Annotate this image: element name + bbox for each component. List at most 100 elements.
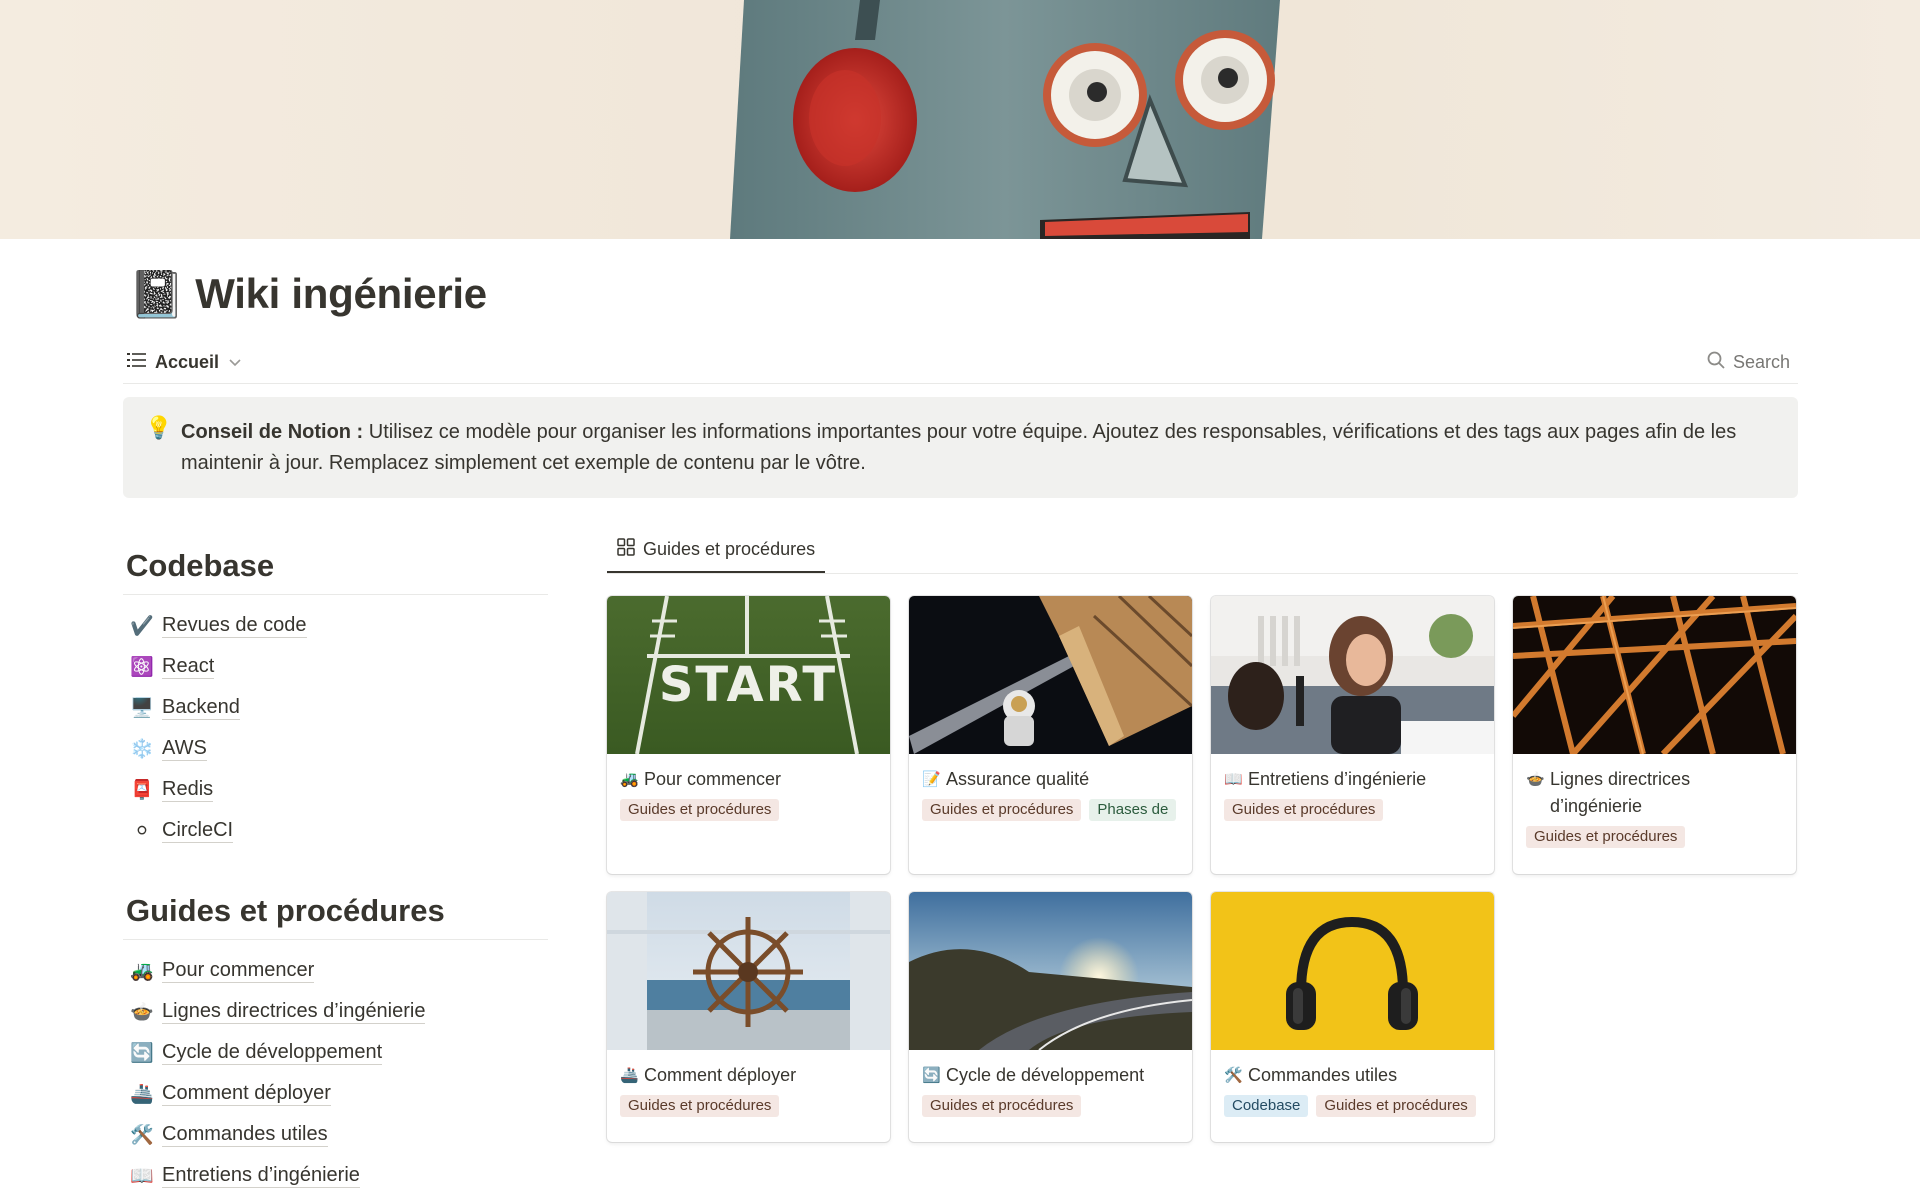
cycle-arrows-icon: 🔄: [130, 1042, 154, 1064]
card-title: 🛠️ Commandes utiles: [1224, 1062, 1482, 1089]
gallery-card-lignes-directrices[interactable]: 🍲 Lignes directrices d’ingénierie Guides …: [1513, 596, 1796, 874]
card-title-text: Pour commencer: [644, 769, 782, 789]
card-tags: Guides et procédures Phases de: [922, 799, 1180, 821]
ship-icon: 🚢: [620, 1066, 639, 1084]
page-link-entretiens[interactable]: 📖 Entretiens d’ingénierie: [123, 1155, 548, 1196]
tag-badge: Guides et procédures: [620, 799, 780, 821]
search-button[interactable]: Search: [1707, 351, 1798, 374]
page-link-label: Revues de code: [162, 614, 307, 638]
gallery-card-comment-deployer[interactable]: 🚢 Comment déployer Guides et procédures: [607, 892, 890, 1142]
page-link-label: Commandes utiles: [162, 1123, 328, 1147]
page-link-react[interactable]: ⚛️ React: [123, 646, 548, 687]
list-icon: [127, 352, 147, 373]
tag-badge: Guides et procédures: [922, 799, 1082, 821]
tractor-icon: 🚜: [130, 960, 154, 982]
tag-badge: Guides et procédures: [1224, 799, 1384, 821]
checkmark-icon: ✔️: [130, 615, 154, 637]
card-body: 🍲 Lignes directrices d’ingénierie Guides …: [1513, 754, 1796, 858]
gallery-cards: START 🚜 Pour commencer Guides et procédur…: [607, 596, 1798, 1166]
card-tags: Guides et procédures: [620, 1095, 878, 1117]
card-title: 📖 Entretiens d’ingénierie: [1224, 766, 1482, 793]
gallery-card-assurance-qualite[interactable]: 📝 Assurance qualité Guides et procédures P…: [909, 596, 1192, 874]
card-title-text: Cycle de développement: [946, 1065, 1145, 1085]
lightbulb-icon: 💡: [145, 415, 173, 440]
atom-icon: ⚛️: [130, 656, 154, 678]
gallery-card-pour-commencer[interactable]: START 🚜 Pour commencer Guides et procédur…: [607, 596, 890, 874]
gallery-card-entretiens[interactable]: 📖 Entretiens d’ingénierie Guides et procé…: [1211, 596, 1494, 874]
tip-callout: 💡 Conseil de Notion : Utilisez ce modèle…: [123, 397, 1798, 498]
page-link-label: Lignes directrices d’ingénierie: [162, 1000, 426, 1024]
page-link-label: Redis: [162, 778, 214, 802]
page-link-label: CircleCI: [162, 819, 234, 843]
page-link-aws[interactable]: ❄️ AWS: [123, 728, 548, 769]
page-link-commandes-utiles[interactable]: 🛠️ Commandes utiles: [123, 1114, 548, 1155]
tag-badge: Phases de: [1089, 799, 1177, 821]
desktop-computer-icon: 🖥️: [130, 697, 154, 719]
card-cover-headphones: [1211, 892, 1494, 1050]
page-link-label: Entretiens d’ingénierie: [162, 1164, 360, 1188]
card-title: 🔄 Cycle de développement: [922, 1062, 1180, 1089]
open-book-icon: 📖: [130, 1165, 154, 1187]
svg-text:START: START: [659, 657, 837, 713]
page-link-comment-deployer[interactable]: 🚢 Comment déployer: [123, 1073, 548, 1114]
tools-icon: 🛠️: [130, 1124, 154, 1146]
card-cover-astronaut: [909, 596, 1192, 754]
tag-badge: Guides et procédures: [1316, 1095, 1476, 1117]
card-tags: Codebase Guides et procédures: [1224, 1095, 1482, 1117]
page-link-backend[interactable]: 🖥️ Backend: [123, 687, 548, 728]
tab-guides-et-procedures[interactable]: Guides et procédures: [607, 527, 826, 573]
search-icon: [1707, 351, 1725, 374]
page-link-label: React: [162, 655, 215, 679]
card-cover-start-line: START: [607, 596, 890, 754]
page-link-revues-de-code[interactable]: ✔️ Revues de code: [123, 605, 548, 646]
page-title-text: Wiki ingénierie: [195, 270, 487, 317]
card-tags: Guides et procédures: [1224, 799, 1482, 821]
cycle-arrows-icon: 🔄: [922, 1066, 941, 1084]
card-cover-interview: [1211, 596, 1494, 754]
page-link-cycle-de-developpement[interactable]: 🔄 Cycle de développement: [123, 1032, 548, 1073]
white-circle-icon: ⚪: [134, 819, 150, 842]
card-title-text: Comment déployer: [644, 1065, 797, 1085]
page-link-label: Cycle de développement: [162, 1041, 383, 1065]
card-title-text: Entretiens d’ingénierie: [1248, 769, 1427, 789]
callout-text: Conseil de Notion : Utilisez ce modèle p…: [181, 417, 1774, 479]
card-tags: Guides et procédures: [1526, 826, 1784, 848]
cover-image: [0, 0, 1920, 239]
card-title: 🍲 Lignes directrices d’ingénierie: [1526, 766, 1784, 820]
card-body: 🚢 Comment déployer Guides et procédures: [607, 1050, 890, 1127]
page-link-pour-commencer[interactable]: 🚜 Pour commencer: [123, 950, 548, 991]
view-tabs: Guides et procédures: [607, 528, 1798, 574]
card-title: 🚢 Comment déployer: [620, 1062, 878, 1089]
page-link-label: AWS: [162, 737, 207, 761]
gallery-view: Guides et procédures START 🚜 Pour commenc…: [607, 528, 1798, 1166]
tag-badge: Codebase: [1224, 1095, 1309, 1117]
tractor-icon: 🚜: [620, 770, 639, 788]
left-column: Codebase ✔️ Revues de code ⚛️ React 🖥️ Back…: [123, 540, 548, 1196]
card-title: 📝 Assurance qualité: [922, 766, 1180, 793]
open-book-icon: 📖: [1224, 770, 1243, 788]
page-link-label: Comment déployer: [162, 1082, 331, 1106]
view-label: Accueil: [155, 352, 220, 372]
gallery-card-commandes-utiles[interactable]: 🛠️ Commandes utiles Codebase Guides et pro…: [1211, 892, 1494, 1142]
card-body: 🛠️ Commandes utiles Codebase Guides et pro…: [1211, 1050, 1494, 1127]
tag-badge: Guides et procédures: [922, 1095, 1082, 1117]
page-title: 📓 Wiki ingénierie: [128, 266, 487, 322]
section-heading-guides: Guides et procédures: [123, 885, 548, 940]
guides-list: 🚜 Pour commencer 🍲 Lignes directrices d’in…: [123, 950, 548, 1196]
page-link-lignes-directrices[interactable]: 🍲 Lignes directrices d’ingénierie: [123, 991, 548, 1032]
pot-icon: 🍲: [130, 1001, 154, 1023]
tab-label: Guides et procédures: [643, 538, 816, 559]
card-body: 🔄 Cycle de développement Guides et procéd…: [909, 1050, 1192, 1127]
callout-bold: Conseil de Notion :: [181, 421, 364, 443]
page-link-redis[interactable]: 📮 Redis: [123, 769, 548, 810]
card-body: 📖 Entretiens d’ingénierie Guides et procé…: [1211, 754, 1494, 831]
tools-icon: 🛠️: [1224, 1066, 1243, 1084]
view-selector[interactable]: Accueil: [123, 352, 245, 373]
gallery-grid-icon: [617, 537, 635, 561]
tag-badge: Guides et procédures: [1526, 826, 1686, 848]
page-link-circleci[interactable]: ⚪ CircleCI: [123, 810, 548, 851]
memo-icon: 📝: [922, 770, 941, 788]
callout-body: Utilisez ce modèle pour organiser les in…: [181, 421, 1737, 474]
gallery-card-cycle-de-developpement[interactable]: 🔄 Cycle de développement Guides et procéd…: [909, 892, 1192, 1142]
card-tags: Guides et procédures: [922, 1095, 1180, 1117]
